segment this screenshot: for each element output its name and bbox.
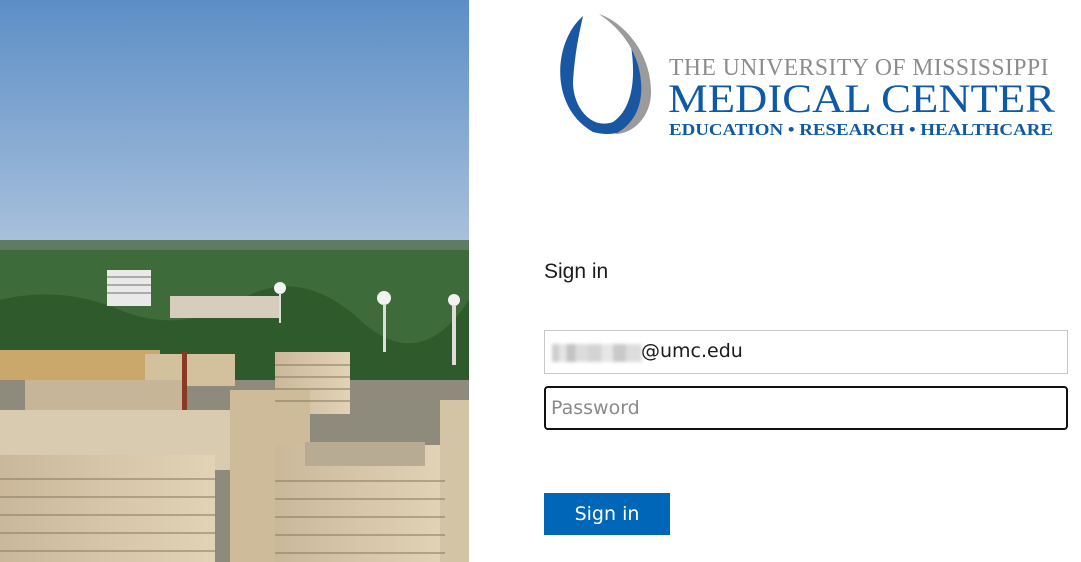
password-field[interactable] — [544, 386, 1068, 430]
email-value: @umc.edu — [641, 340, 743, 362]
umc-logo: THE UNIVERSITY OF MISSISSIPPI MEDICAL CE… — [560, 14, 1055, 139]
tower-building — [107, 270, 151, 306]
logo-line-2: MEDICAL CENTER — [668, 76, 1055, 121]
campus-aerial-photo — [0, 0, 469, 562]
email-field[interactable] — [544, 330, 1068, 374]
sky — [0, 0, 469, 245]
logo-line-3: EDUCATION • RESEARCH • HEALTHCARE — [669, 120, 1053, 139]
signin-heading: Sign in — [544, 260, 609, 283]
signin-button[interactable]: Sign in — [544, 493, 670, 535]
umc-logo-mark — [560, 14, 651, 134]
